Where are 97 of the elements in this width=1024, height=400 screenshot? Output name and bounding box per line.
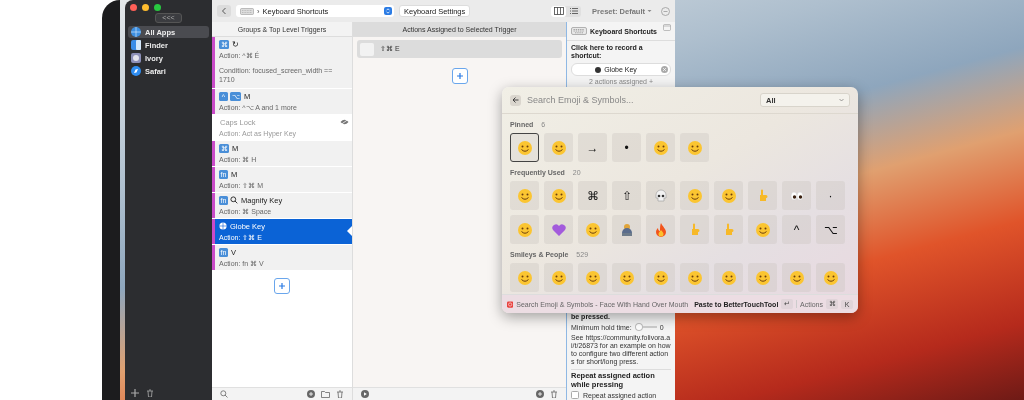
- smiley-face-icon: [686, 139, 703, 156]
- plus-icon[interactable]: [131, 389, 139, 397]
- plus-circle-icon[interactable]: [307, 390, 315, 398]
- symbol-cell[interactable]: ⌘: [578, 181, 607, 210]
- smiley-face-icon: [686, 269, 703, 286]
- emoji-cell[interactable]: [544, 181, 573, 210]
- smiley-face-icon: [720, 269, 737, 286]
- symbol-cell[interactable]: ^: [782, 215, 811, 244]
- emoji-cell[interactable]: [680, 133, 709, 162]
- emoji-cell[interactable]: [578, 263, 607, 292]
- heart-icon: [550, 221, 567, 238]
- emoji-cell[interactable]: [510, 263, 539, 292]
- emoji-cell[interactable]: [748, 263, 777, 292]
- trash-icon[interactable]: [146, 389, 154, 397]
- hold-time-slider[interactable]: [634, 323, 657, 331]
- plus-circle-icon[interactable]: [536, 390, 544, 398]
- plus-icon: [278, 282, 286, 290]
- symbol-cell[interactable]: •: [612, 133, 641, 162]
- emoji-cell[interactable]: [714, 263, 743, 292]
- smiley-face-icon: [788, 269, 805, 286]
- smiley-face-icon: [822, 269, 839, 286]
- app-icon: [131, 27, 141, 37]
- app-icon: [131, 53, 141, 63]
- window-icon[interactable]: [663, 24, 671, 31]
- smiley-face-icon: [584, 269, 601, 286]
- add-trigger-button[interactable]: [274, 278, 290, 294]
- emoji-cell[interactable]: [782, 181, 811, 210]
- smiley-face-icon: [618, 269, 635, 286]
- smiley-face-icon: [754, 269, 771, 286]
- smiley-face-icon: [550, 269, 567, 286]
- emoji-cell[interactable]: [748, 181, 777, 210]
- emoji-cell[interactable]: [544, 263, 573, 292]
- emoji-cell[interactable]: [680, 181, 709, 210]
- trash-icon[interactable]: [550, 390, 558, 398]
- slider-thumb[interactable]: [634, 323, 643, 331]
- symbol-cell[interactable]: →: [578, 133, 607, 162]
- magnifier-icon: [230, 196, 238, 204]
- skull-icon: [652, 187, 669, 204]
- smiley-face-icon: [516, 139, 533, 156]
- minus-circle-icon[interactable]: [661, 6, 670, 16]
- search-icon[interactable]: [220, 390, 228, 398]
- app-icon: [507, 299, 514, 309]
- play-circle-icon[interactable]: [361, 390, 369, 398]
- smiley-face-icon: [652, 269, 669, 286]
- hidden-eye-icon: [340, 119, 349, 125]
- keyboard-icon: [571, 27, 587, 35]
- folder-icon[interactable]: [321, 390, 330, 398]
- list-view-icon[interactable]: [568, 7, 579, 15]
- emoji-cell[interactable]: [578, 215, 607, 244]
- stepper-icon: [384, 7, 392, 15]
- emoji-cell[interactable]: [680, 263, 709, 292]
- smiley-face-icon: [516, 187, 533, 204]
- symbol-cell[interactable]: ⌥: [816, 215, 845, 244]
- emoji-cell[interactable]: [646, 133, 675, 162]
- symbol-cell[interactable]: ⇧: [612, 181, 641, 210]
- column-view-icon[interactable]: [553, 7, 564, 15]
- emoji-cell[interactable]: [612, 215, 641, 244]
- repeat-checkbox[interactable]: [571, 391, 579, 399]
- back-button[interactable]: [510, 94, 521, 106]
- smiley-face-icon: [550, 139, 567, 156]
- trash-icon[interactable]: [336, 390, 344, 398]
- smiley-face-icon: [516, 269, 533, 286]
- emoji-cell[interactable]: [646, 215, 675, 244]
- add-action-button[interactable]: [451, 68, 468, 84]
- search-field[interactable]: Search Emoji & Symbols...: [525, 93, 756, 107]
- arrow-left-icon: [512, 97, 519, 103]
- chevron-left-icon: [221, 7, 227, 15]
- app-icon: [131, 40, 141, 50]
- plus-icon: [455, 72, 464, 80]
- caret-icon: [647, 9, 652, 13]
- emoji-cell[interactable]: [748, 215, 777, 244]
- emoji-cell[interactable]: [782, 263, 811, 292]
- smiley-face-icon: [754, 221, 771, 238]
- emoji-cell[interactable]: [646, 263, 675, 292]
- smiley-face-icon: [686, 187, 703, 204]
- smiley-face-icon: [516, 221, 533, 238]
- emoji-cell[interactable]: [714, 181, 743, 210]
- clear-icon[interactable]: [661, 66, 668, 73]
- emoji-cell[interactable]: [510, 215, 539, 244]
- smiley-face-icon: [550, 187, 567, 204]
- emoji-cell[interactable]: [544, 215, 573, 244]
- caret-icon: [839, 98, 844, 102]
- emoji-cell[interactable]: [544, 133, 573, 162]
- emoji-cell[interactable]: [680, 215, 709, 244]
- emoji-cell[interactable]: [646, 181, 675, 210]
- app-icon: [131, 66, 141, 76]
- emoji-cell[interactable]: [612, 263, 641, 292]
- emoji-cell[interactable]: [714, 215, 743, 244]
- smiley-face-icon: [720, 187, 737, 204]
- view-mode-control[interactable]: [551, 5, 582, 17]
- smiley-face-icon: [652, 139, 669, 156]
- emoji-cell[interactable]: [510, 181, 539, 210]
- emoji-cell[interactable]: [816, 263, 845, 292]
- smiley-face-icon: [584, 221, 601, 238]
- keyboard-icon: [240, 7, 254, 15]
- symbol-cell[interactable]: ·: [816, 181, 845, 210]
- emoji-cell[interactable]: [510, 133, 539, 162]
